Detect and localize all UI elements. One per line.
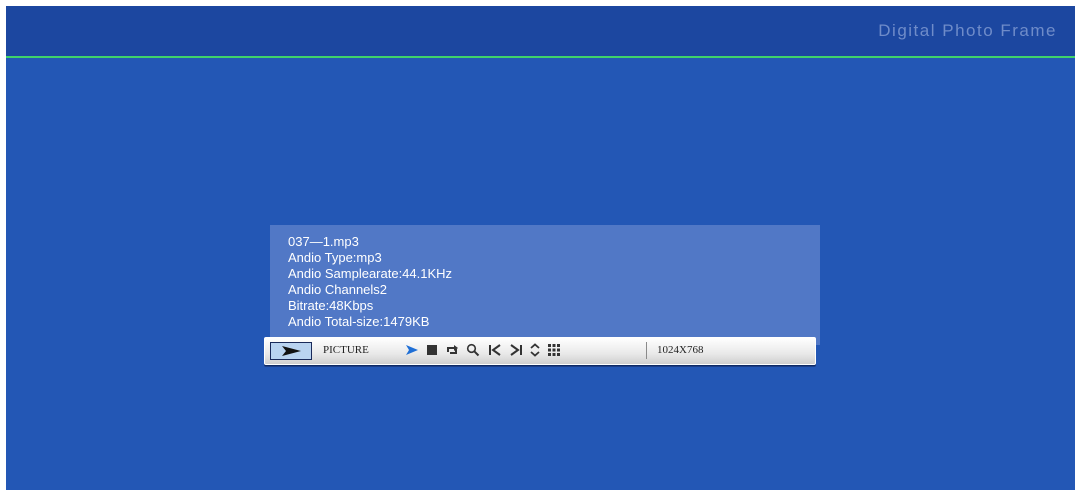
mode-arrow-icon	[282, 346, 301, 356]
file-name: 037—1.mp3	[288, 234, 359, 249]
audio-total-size: Andio Total-size:1479KB	[288, 314, 430, 329]
repeat-icon[interactable]	[445, 343, 459, 357]
audio-type: Andio Type:mp3	[288, 250, 382, 265]
control-bar: PICTURE 1024X768	[264, 337, 816, 365]
brand-title: Digital Photo Frame	[878, 21, 1057, 40]
next-icon[interactable]	[509, 343, 523, 357]
audio-channels: Andio Channels2	[288, 282, 388, 297]
up-down-icon[interactable]	[528, 343, 542, 357]
play-icon[interactable]	[405, 343, 419, 357]
info-lines: 037—1.mp3 Andio Type:mp3 Andio Sampleara…	[288, 234, 452, 330]
audio-samplerate: Andio Samplearate:44.1KHz	[288, 266, 453, 281]
resolution-label: 1024X768	[657, 344, 704, 356]
mode-button[interactable]	[270, 342, 312, 360]
mode-label: PICTURE	[323, 344, 369, 356]
grid-icon[interactable]	[547, 343, 561, 357]
control-divider	[646, 342, 647, 359]
screen: Digital Photo Frame 037—1.mp3 Andio Type…	[6, 6, 1075, 490]
stop-icon[interactable]	[425, 343, 439, 357]
bitrate: Bitrate:48Kbps	[288, 298, 374, 313]
media-info-panel: 037—1.mp3 Andio Type:mp3 Andio Sampleara…	[270, 225, 820, 345]
header-bar: Digital Photo Frame	[6, 6, 1075, 58]
previous-icon[interactable]	[488, 343, 502, 357]
zoom-icon[interactable]	[466, 343, 480, 357]
